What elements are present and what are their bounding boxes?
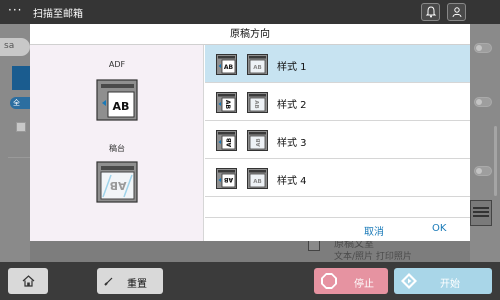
background-checkbox [16,122,26,132]
svg-text:AB: AB [113,100,130,113]
user-icon[interactable] [447,3,466,21]
svg-text:AB: AB [226,137,233,147]
background-doc-subtitle: 文本/照片 打印照片 [334,252,412,262]
reset-icon [104,277,113,286]
cancel-button[interactable]: 取消 [364,223,384,238]
style-4-adf-icon: AB [216,168,237,189]
orientation-preview-panel: ADF AB 稿台 AB [30,45,204,241]
style-2-platen-icon: AB [247,92,268,113]
stop-button[interactable]: 停止 [314,268,388,294]
platen-label: 稿台 [109,144,125,153]
option-style-3[interactable]: AB AB 样式 3 [205,121,470,159]
machine-icon [470,200,492,226]
home-button[interactable] [8,268,48,294]
svg-text:AB: AB [223,176,233,183]
dialog-title: 原稿方向 [230,29,270,40]
option-style-1[interactable]: AB AB 样式 1 [205,45,470,83]
background-scrollbar [494,126,497,196]
adf-label: ADF [108,60,126,69]
svg-text:AB: AB [224,64,234,71]
reset-label: 重置 [127,279,147,290]
background-selected-tab [12,66,30,90]
style-4-platen-icon: AB [247,168,268,189]
svg-text:AB: AB [253,179,261,185]
option-style-4[interactable]: AB AB 样式 4 [205,159,470,197]
style-3-adf-icon: AB [216,130,237,151]
svg-text:AB: AB [253,65,261,71]
option-style-1-label: 样式 1 [277,62,307,73]
background-search-text: sa [4,41,15,51]
bell-icon[interactable] [421,3,440,21]
home-icon [22,275,35,287]
background-toggle [474,43,492,53]
original-direction-dialog: 原稿方向 ADF AB 稿台 AB AB AB 样式 1 AB AB 样式 2 … [30,24,470,241]
style-1-platen-icon: AB [247,54,268,75]
background-divider [8,157,30,158]
dialog-footer [205,218,470,241]
svg-text:AB: AB [256,138,262,146]
start-icon [401,273,417,289]
svg-text:AB: AB [110,179,127,192]
background-left-panel [0,24,30,262]
svg-text:AB: AB [224,100,231,110]
option-style-2[interactable]: AB AB 样式 2 [205,83,470,121]
style-2-adf-icon: AB [216,92,237,113]
option-style-2-label: 样式 2 [277,100,307,111]
stop-label: 停止 [354,279,374,290]
option-style-4-label: 样式 4 [277,176,307,187]
option-style-3-label: 样式 3 [277,138,307,149]
menu-icon[interactable]: ··· [8,3,22,17]
background-all-tab: 全 [10,97,30,109]
svg-text:AB: AB [253,100,259,108]
top-bar: ··· 扫描至邮箱 [0,0,500,24]
start-button[interactable]: 开始 [394,268,492,294]
stop-icon [321,273,337,289]
style-3-platen-icon: AB [247,130,268,151]
platen-preview-icon: AB [96,161,138,203]
ok-button[interactable]: OK [432,223,446,234]
style-1-adf-icon: AB [216,54,237,75]
reset-button[interactable]: 重置 [97,268,163,294]
orientation-option-list: AB AB 样式 1 AB AB 样式 2 AB AB 样式 3 AB AB 样… [205,45,470,220]
background-toggle [474,166,492,176]
screen-title: 扫描至邮箱 [33,9,83,20]
background-toggle [474,97,492,107]
adf-preview-icon: AB [96,79,138,121]
start-label: 开始 [440,279,460,290]
